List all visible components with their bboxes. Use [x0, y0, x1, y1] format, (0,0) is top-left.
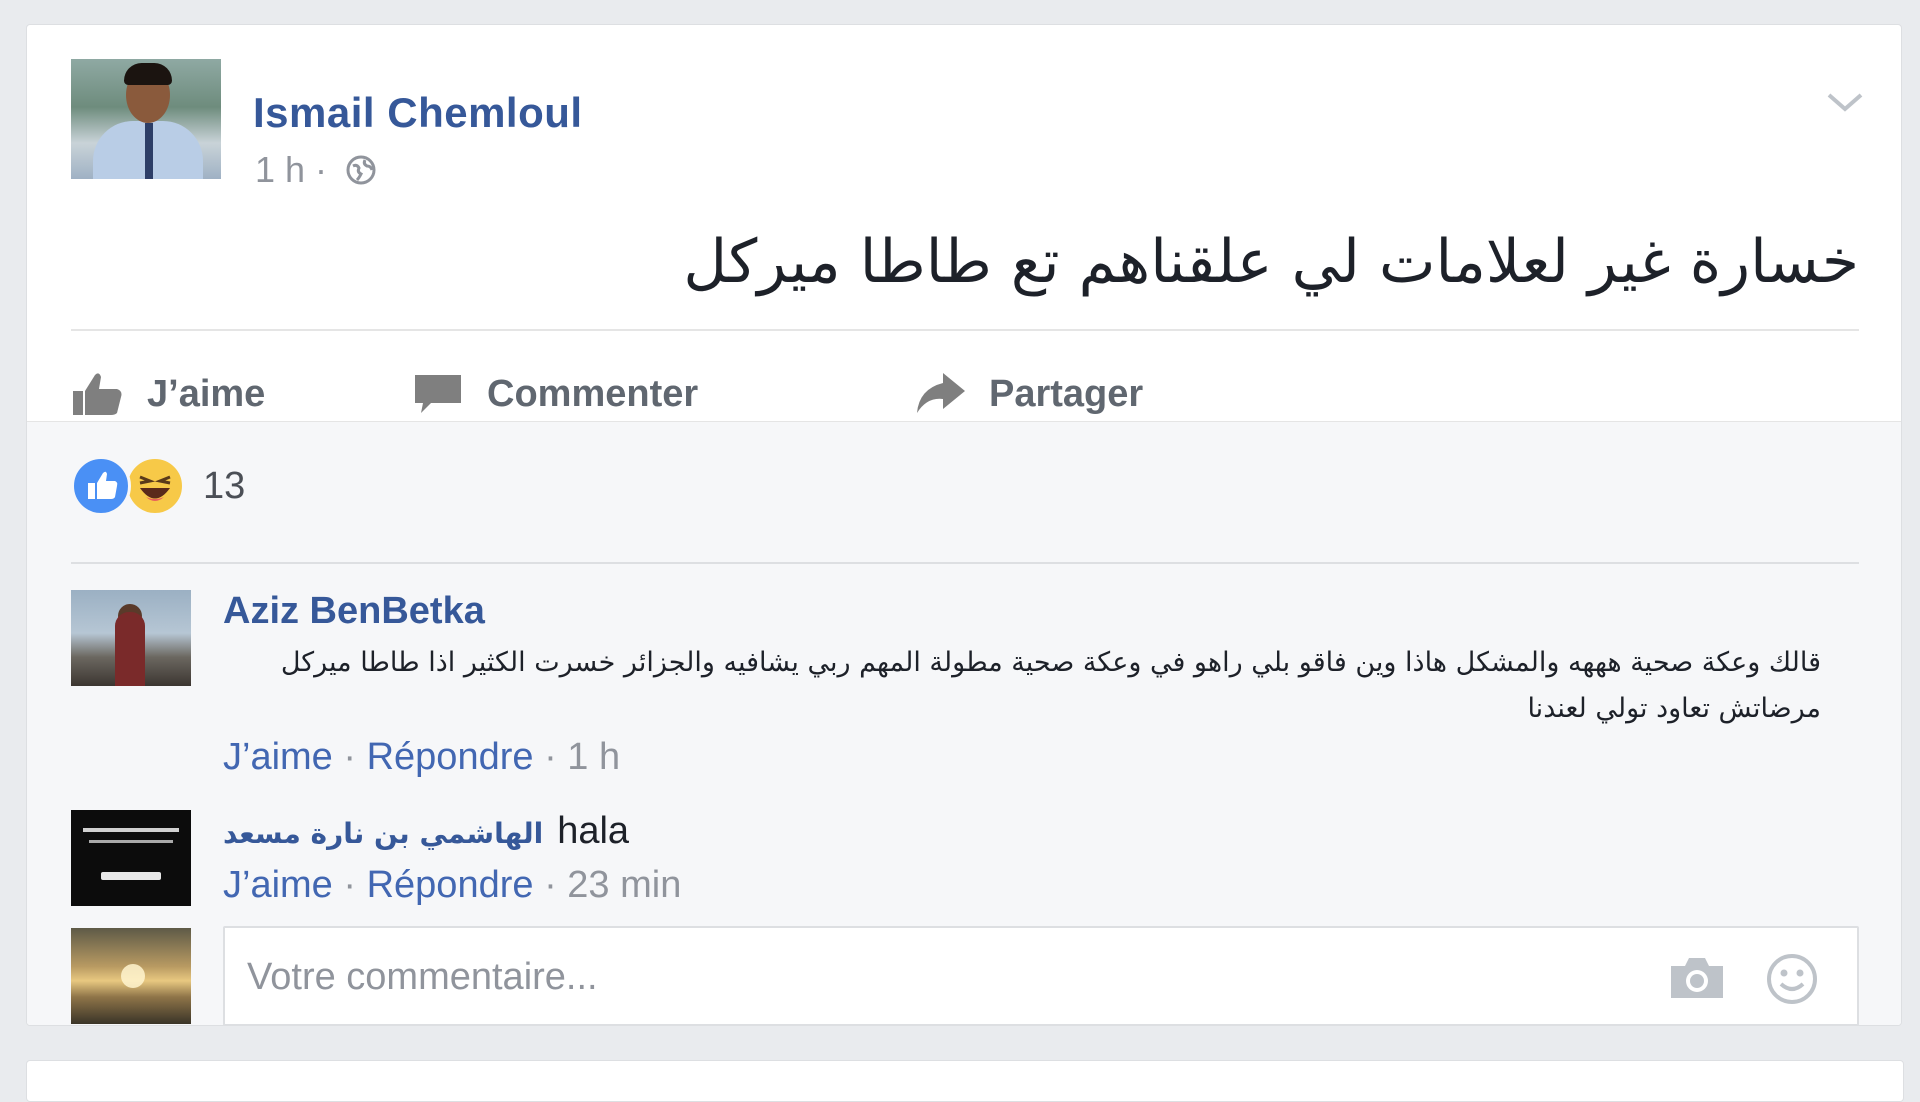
comment-author[interactable]: الهاشمي بن نارة مسعد	[223, 817, 543, 850]
post-time[interactable]: 1 h	[255, 149, 305, 191]
comment-composer[interactable]	[223, 926, 1859, 1025]
comment-text: hala	[557, 810, 630, 852]
avatar-text-line	[83, 828, 179, 832]
comment-author[interactable]: Aziz BenBetka	[223, 590, 485, 633]
comment-meta: J’aime · Répondre · 1 h	[223, 736, 621, 778]
thumbs-up-icon	[73, 373, 122, 415]
like-button[interactable]: J’aime	[71, 369, 265, 419]
next-post-card	[26, 1060, 1904, 1102]
comments-section: 13 Aziz BenBetka قالك وعكة صحية هههه وال…	[27, 421, 1901, 1025]
avatar-sun	[121, 964, 145, 988]
emoji-icon[interactable]	[1765, 952, 1819, 1006]
author-avatar[interactable]	[71, 59, 221, 179]
share-button[interactable]: Partager	[913, 369, 1143, 419]
chevron-down-icon[interactable]	[1825, 89, 1865, 115]
avatar-tie	[145, 123, 153, 179]
avatar-text-line	[89, 840, 173, 843]
reaction-count[interactable]: 13	[203, 465, 245, 508]
comment-bubble-icon	[415, 375, 461, 413]
comment-meta: J’aime · Répondre · 23 min	[223, 864, 682, 906]
globe-icon[interactable]	[345, 154, 377, 186]
like-reaction-icon	[71, 456, 131, 516]
commenter-avatar[interactable]	[71, 590, 191, 686]
comment-text: قالك وعكة صحية هههه والمشكل هاذا وين فاق…	[280, 647, 1821, 724]
comment-button[interactable]: Commenter	[411, 369, 698, 419]
post-text: خسارة غير لعلامات لي علقناهم تع طاطا مير…	[683, 227, 1859, 297]
current-user-avatar[interactable]	[71, 928, 191, 1024]
avatar-text-line	[101, 872, 161, 880]
comment-item: الهاشمي بن نارة مسعد hala J’aime · Répon…	[71, 810, 1861, 910]
comment-item: Aziz BenBetka قالك وعكة صحية هههه والمشك…	[71, 590, 1861, 780]
meta-separator: ·	[315, 149, 328, 190]
haha-reaction-icon	[125, 456, 185, 516]
post-meta: 1 h ·	[255, 149, 377, 191]
share-arrow-icon	[917, 373, 965, 413]
reactions-summary[interactable]: 13	[71, 456, 245, 516]
comment-like-link[interactable]: J’aime	[223, 736, 333, 778]
like-label: J’aime	[147, 372, 266, 415]
post-actions: J’aime Commenter Partager	[71, 369, 1271, 425]
camera-icon[interactable]	[1667, 954, 1727, 1002]
divider	[71, 329, 1859, 331]
comment-label: Commenter	[487, 372, 699, 415]
comment-time[interactable]: 1 h	[567, 736, 620, 778]
post-author-name[interactable]: Ismail Chemloul	[253, 89, 583, 137]
avatar-hair	[124, 63, 172, 85]
comment-input[interactable]	[245, 946, 1629, 1008]
comment-like-link[interactable]: J’aime	[223, 864, 333, 906]
avatar-figure	[115, 612, 145, 686]
post-card: Ismail Chemloul 1 h · خسارة غير لعلامات …	[26, 24, 1902, 1026]
comment-time[interactable]: 23 min	[567, 864, 681, 906]
divider	[71, 562, 1859, 564]
share-label: Partager	[989, 372, 1144, 415]
comment-body: الهاشمي بن نارة مسعد hala	[223, 810, 629, 853]
comment-reply-link[interactable]: Répondre	[367, 736, 534, 778]
commenter-avatar[interactable]	[71, 810, 191, 906]
comment-reply-link[interactable]: Répondre	[367, 864, 534, 906]
